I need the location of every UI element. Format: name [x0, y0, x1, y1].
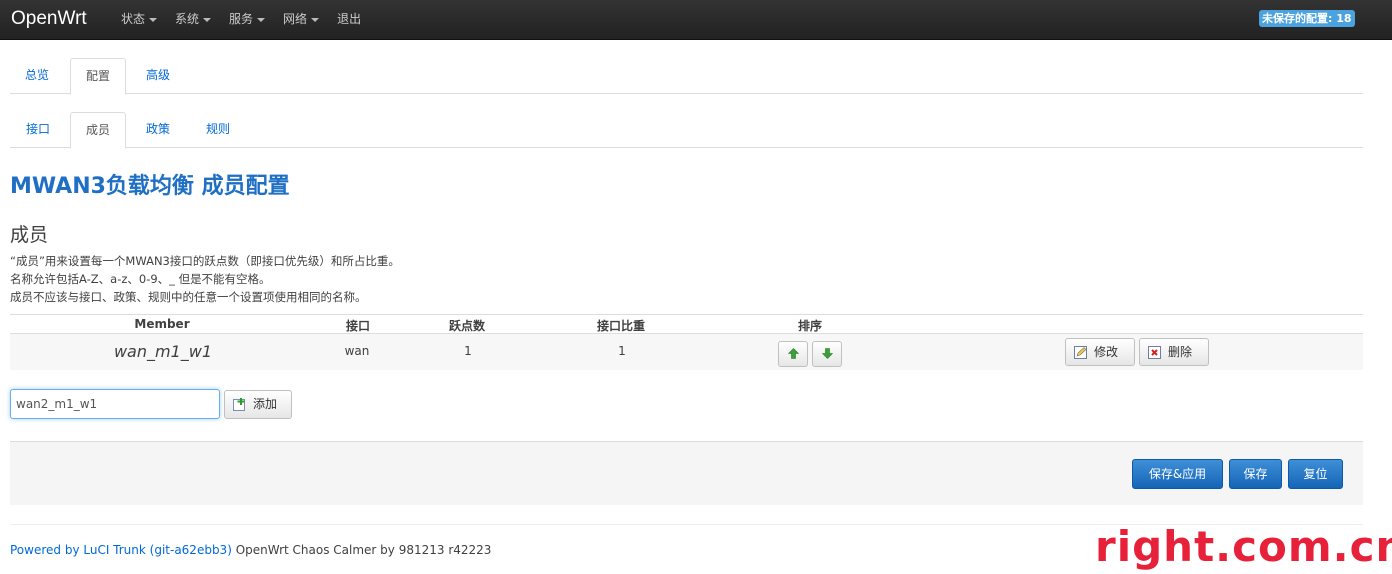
- section-title: 成员: [10, 224, 49, 246]
- tab-advanced[interactable]: 高级: [131, 58, 185, 94]
- tab-members[interactable]: 成员: [70, 112, 127, 149]
- member-interface: wan: [344, 344, 370, 358]
- column-weight: 接口比重: [596, 319, 646, 333]
- page-title: MWAN3负载均衡 成员配置: [10, 174, 290, 199]
- caret-down-icon: [311, 17, 320, 22]
- description-line-2: 名称允许包括A-Z、a-z、0-9、_ 但是不能有空格。: [10, 272, 271, 286]
- arrow-down-icon: [822, 348, 833, 359]
- member-name: wan_m1_w1: [113, 342, 213, 361]
- delete-icon: [1148, 346, 1161, 359]
- footer-version: OpenWrt Chaos Calmer by 981213 r42223: [231, 543, 492, 557]
- tab-overview[interactable]: 总览: [10, 58, 64, 94]
- menu-services-label: 服务: [229, 12, 254, 26]
- main-menu: 状态 系统 服务 网络 退出: [112, 0, 370, 40]
- top-navbar: OpenWrt 状态 系统 服务 网络 退出 未保存的配置: 18: [0, 0, 1392, 40]
- tab-interfaces[interactable]: 接口: [11, 112, 65, 148]
- menu-logout[interactable]: 退出: [328, 0, 370, 40]
- member-weight: 1: [618, 344, 626, 358]
- add-member-button[interactable]: 添加: [224, 390, 293, 419]
- table-row: wan_m1_w1 wan 1 1 修改 删除: [10, 334, 1363, 370]
- menu-services[interactable]: 服务: [220, 0, 274, 40]
- edit-icon: [1074, 346, 1087, 359]
- menu-status-label: 状态: [121, 12, 146, 26]
- member-table-header: Member 接口 跃点数 接口比重 排序: [10, 314, 1363, 334]
- description-line-1: “成员”用来设置每一个MWAN3接口的跃点数（即接口优先级）和所占比重。: [10, 254, 400, 268]
- menu-logout-label: 退出: [337, 12, 362, 26]
- menu-status[interactable]: 状态: [112, 0, 166, 40]
- column-member: Member: [134, 317, 190, 331]
- menu-system-label: 系统: [175, 12, 200, 26]
- tab-rules[interactable]: 规则: [191, 112, 245, 148]
- luci-link[interactable]: Powered by LuCI Trunk (git-a62ebb3): [10, 543, 232, 557]
- arrow-up-icon: [788, 348, 799, 359]
- column-metric: 跃点数: [448, 319, 486, 333]
- menu-network-label: 网络: [283, 12, 308, 26]
- caret-down-icon: [203, 17, 212, 22]
- add-label: 添加: [253, 397, 278, 411]
- brand-logo[interactable]: OpenWrt: [11, 8, 87, 30]
- tab-configuration[interactable]: 配置: [70, 58, 127, 95]
- menu-system[interactable]: 系统: [166, 0, 220, 40]
- move-up-button[interactable]: [778, 341, 808, 367]
- member-metric: 1: [464, 344, 472, 358]
- site-watermark: right.com.cn: [1095, 522, 1392, 571]
- caret-down-icon: [257, 17, 266, 22]
- reset-button[interactable]: 复位: [1288, 459, 1343, 489]
- edit-label: 修改: [1094, 345, 1119, 359]
- caret-down-icon: [149, 17, 158, 22]
- sub-tabs: 接口 成员 政策 规则: [10, 112, 1363, 149]
- column-interface: 接口: [345, 319, 371, 333]
- save-button[interactable]: 保存: [1229, 459, 1282, 489]
- unsaved-changes-badge[interactable]: 未保存的配置: 18: [1259, 10, 1355, 27]
- delete-label: 删除: [1168, 345, 1193, 359]
- main-tabs: 总览 配置 高级: [10, 58, 1363, 95]
- column-sort: 排序: [797, 319, 823, 333]
- move-down-button[interactable]: [812, 341, 842, 367]
- new-member-name-input[interactable]: [10, 389, 220, 419]
- add-icon: [233, 398, 245, 411]
- edit-button[interactable]: 修改: [1065, 338, 1135, 366]
- tab-policies[interactable]: 政策: [131, 112, 185, 148]
- page-footer: Powered by LuCI Trunk (git-a62ebb3) Open…: [10, 543, 491, 557]
- description-line-3: 成员不应该与接口、政策、规则中的任意一个设置项使用相同的名称。: [10, 290, 367, 304]
- menu-network[interactable]: 网络: [274, 0, 328, 40]
- delete-button[interactable]: 删除: [1139, 338, 1209, 366]
- save-apply-button[interactable]: 保存&应用: [1132, 459, 1223, 489]
